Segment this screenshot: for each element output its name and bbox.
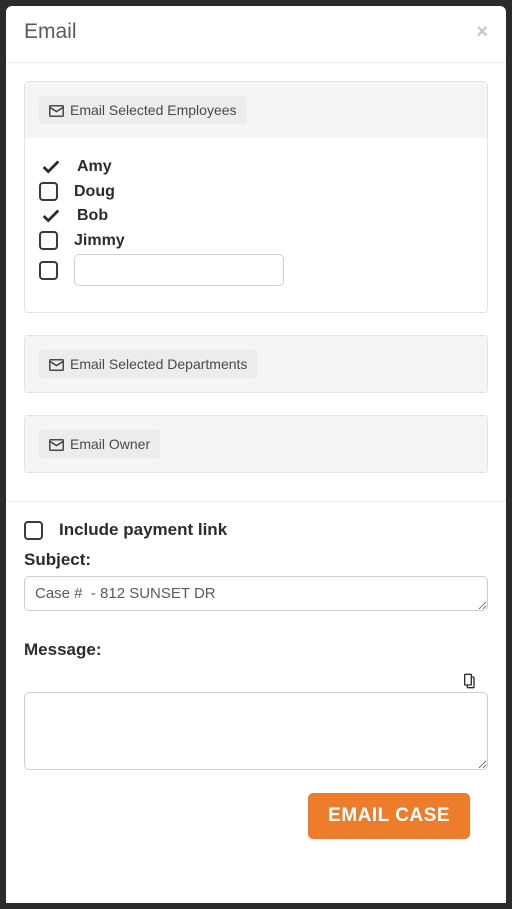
employee-name: Amy — [77, 158, 112, 176]
email-departments-chip[interactable]: Email Selected Departments — [39, 350, 257, 378]
employee-row: Amy — [39, 156, 473, 178]
chip-label: Email Owner — [70, 436, 150, 452]
departments-panel-header: Email Selected Departments — [25, 336, 487, 392]
checkbox-checked[interactable] — [39, 205, 61, 227]
checkbox-checked[interactable] — [39, 156, 61, 178]
message-input[interactable] — [24, 692, 488, 770]
employee-name: Jimmy — [74, 232, 125, 250]
envelope-icon — [49, 356, 64, 372]
employees-panel-header: Email Selected Employees — [25, 82, 487, 138]
chip-label: Email Selected Departments — [70, 356, 247, 372]
employee-name: Bob — [77, 207, 108, 225]
include-payment-checkbox[interactable] — [24, 521, 43, 540]
include-payment-row: Include payment link — [24, 520, 488, 540]
modal-header: Email × — [6, 6, 506, 63]
employees-panel: Email Selected Employees Amy Doug — [24, 81, 488, 313]
close-icon[interactable]: × — [476, 22, 488, 42]
email-case-button[interactable]: EMAIL CASE — [308, 793, 470, 839]
checkbox-unchecked[interactable] — [39, 231, 58, 250]
employee-row: Doug — [39, 182, 473, 201]
clipboard-icon[interactable] — [460, 672, 476, 690]
envelope-icon — [49, 436, 64, 452]
include-payment-label: Include payment link — [59, 520, 227, 540]
subject-input[interactable] — [24, 576, 488, 611]
email-owner-chip[interactable]: Email Owner — [39, 430, 160, 458]
email-modal: Email × Email Selected Employees Amy — [6, 6, 506, 903]
envelope-icon — [49, 102, 64, 118]
subject-label: Subject: — [24, 550, 488, 570]
employee-row: Bob — [39, 205, 473, 227]
checkbox-unchecked[interactable] — [39, 182, 58, 201]
modal-footer: EMAIL CASE — [24, 775, 488, 857]
modal-title: Email — [24, 20, 77, 44]
employees-list: Amy Doug Bob Jimmy — [25, 138, 487, 312]
employee-name: Doug — [74, 183, 115, 201]
modal-body: Email Selected Employees Amy Doug — [6, 63, 506, 903]
owner-panel-header: Email Owner — [25, 416, 487, 472]
form-section: Include payment link Subject: Message: E… — [6, 501, 506, 857]
message-label: Message: — [24, 640, 488, 660]
employee-row-extra — [39, 254, 473, 286]
departments-panel: Email Selected Departments — [24, 335, 488, 393]
chip-label: Email Selected Employees — [70, 102, 237, 118]
owner-panel: Email Owner — [24, 415, 488, 473]
employee-extra-input[interactable] — [74, 254, 284, 286]
email-employees-chip[interactable]: Email Selected Employees — [39, 96, 247, 124]
employee-row: Jimmy — [39, 231, 473, 250]
checkbox-unchecked[interactable] — [39, 261, 58, 280]
